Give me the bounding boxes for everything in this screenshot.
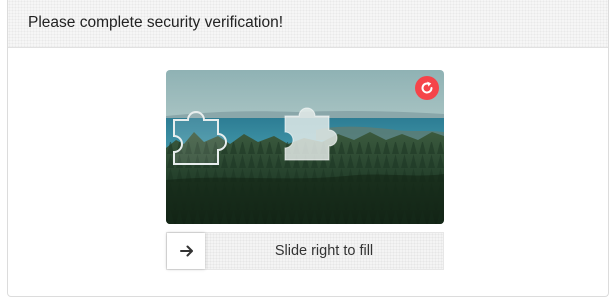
slider-label: Slide right to fill: [274, 243, 374, 259]
puzzle-slot-icon: [284, 107, 338, 161]
refresh-button[interactable]: [415, 76, 439, 100]
puzzle-piece-icon[interactable]: [173, 111, 227, 165]
arrow-right-icon: [180, 244, 194, 258]
refresh-icon: [421, 81, 433, 94]
captcha-background: [166, 70, 444, 224]
captcha-image: [166, 70, 444, 224]
dialog-title: Please complete security verification!: [28, 14, 284, 31]
slider-handle[interactable]: [167, 233, 205, 269]
dialog-header: Please complete security verification!: [8, 0, 608, 48]
slider-track[interactable]: Slide right to fill: [166, 232, 444, 270]
